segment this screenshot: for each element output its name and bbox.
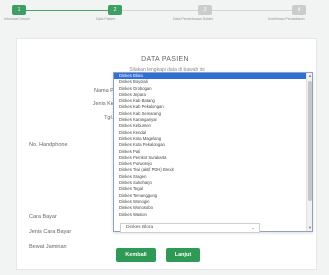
chevron-down-icon: ⌄ xyxy=(251,225,255,230)
jenis-cara-bayar-label: Jenis Cara Bayar xyxy=(29,229,72,235)
bewat-jaminan-label: Bewat Jaminan xyxy=(29,244,67,250)
form-title: DATA PASIEN xyxy=(141,56,189,63)
cara-bayar-label: Cara Bayar xyxy=(29,214,57,220)
no-handphone-label: No. Handphone xyxy=(29,142,68,148)
progress-stepper: 1 Informasi Umum 2 Data Pasien 3 Data Pe… xyxy=(0,0,329,30)
jaminan-dropdown[interactable]: Dinkes Blora Dinkes Boyolali Dinkes Grob… xyxy=(113,72,313,234)
scrollbar-thumb[interactable] xyxy=(308,81,312,201)
dropdown-options-list[interactable]: Dinkes Blora Dinkes Boyolali Dinkes Grob… xyxy=(113,72,313,232)
step-2-label: Data Pasien xyxy=(96,17,116,21)
scroll-up-icon[interactable]: ▲ xyxy=(308,73,312,78)
lanjut-button[interactable]: Lanjut xyxy=(166,248,200,262)
dropdown-scrollbar[interactable]: ▲ ▼ xyxy=(306,73,312,231)
step-connector xyxy=(122,10,306,11)
step-connector xyxy=(22,10,108,11)
step-4-label: Konfirmasi Pendaftaran xyxy=(268,17,305,21)
step-1-label: Informasi Umum xyxy=(4,17,30,21)
step-3-label: Data Pemeriksaan Dokter xyxy=(173,17,214,21)
step-4-indicator: 4 xyxy=(292,5,306,15)
kembali-button[interactable]: Kembali xyxy=(116,248,156,262)
scroll-down-icon[interactable]: ▼ xyxy=(308,225,312,230)
dropdown-option[interactable]: Dinkes Wasion xyxy=(114,212,312,218)
step-2-indicator: 2 xyxy=(108,5,122,15)
step-3-indicator: 3 xyxy=(198,5,212,15)
step-1-indicator: 1 xyxy=(12,5,26,15)
bewat-jaminan-select[interactable]: Dinkes Blora ⌄ xyxy=(120,223,260,233)
select-current-value: Dinkes Blora xyxy=(126,225,154,230)
